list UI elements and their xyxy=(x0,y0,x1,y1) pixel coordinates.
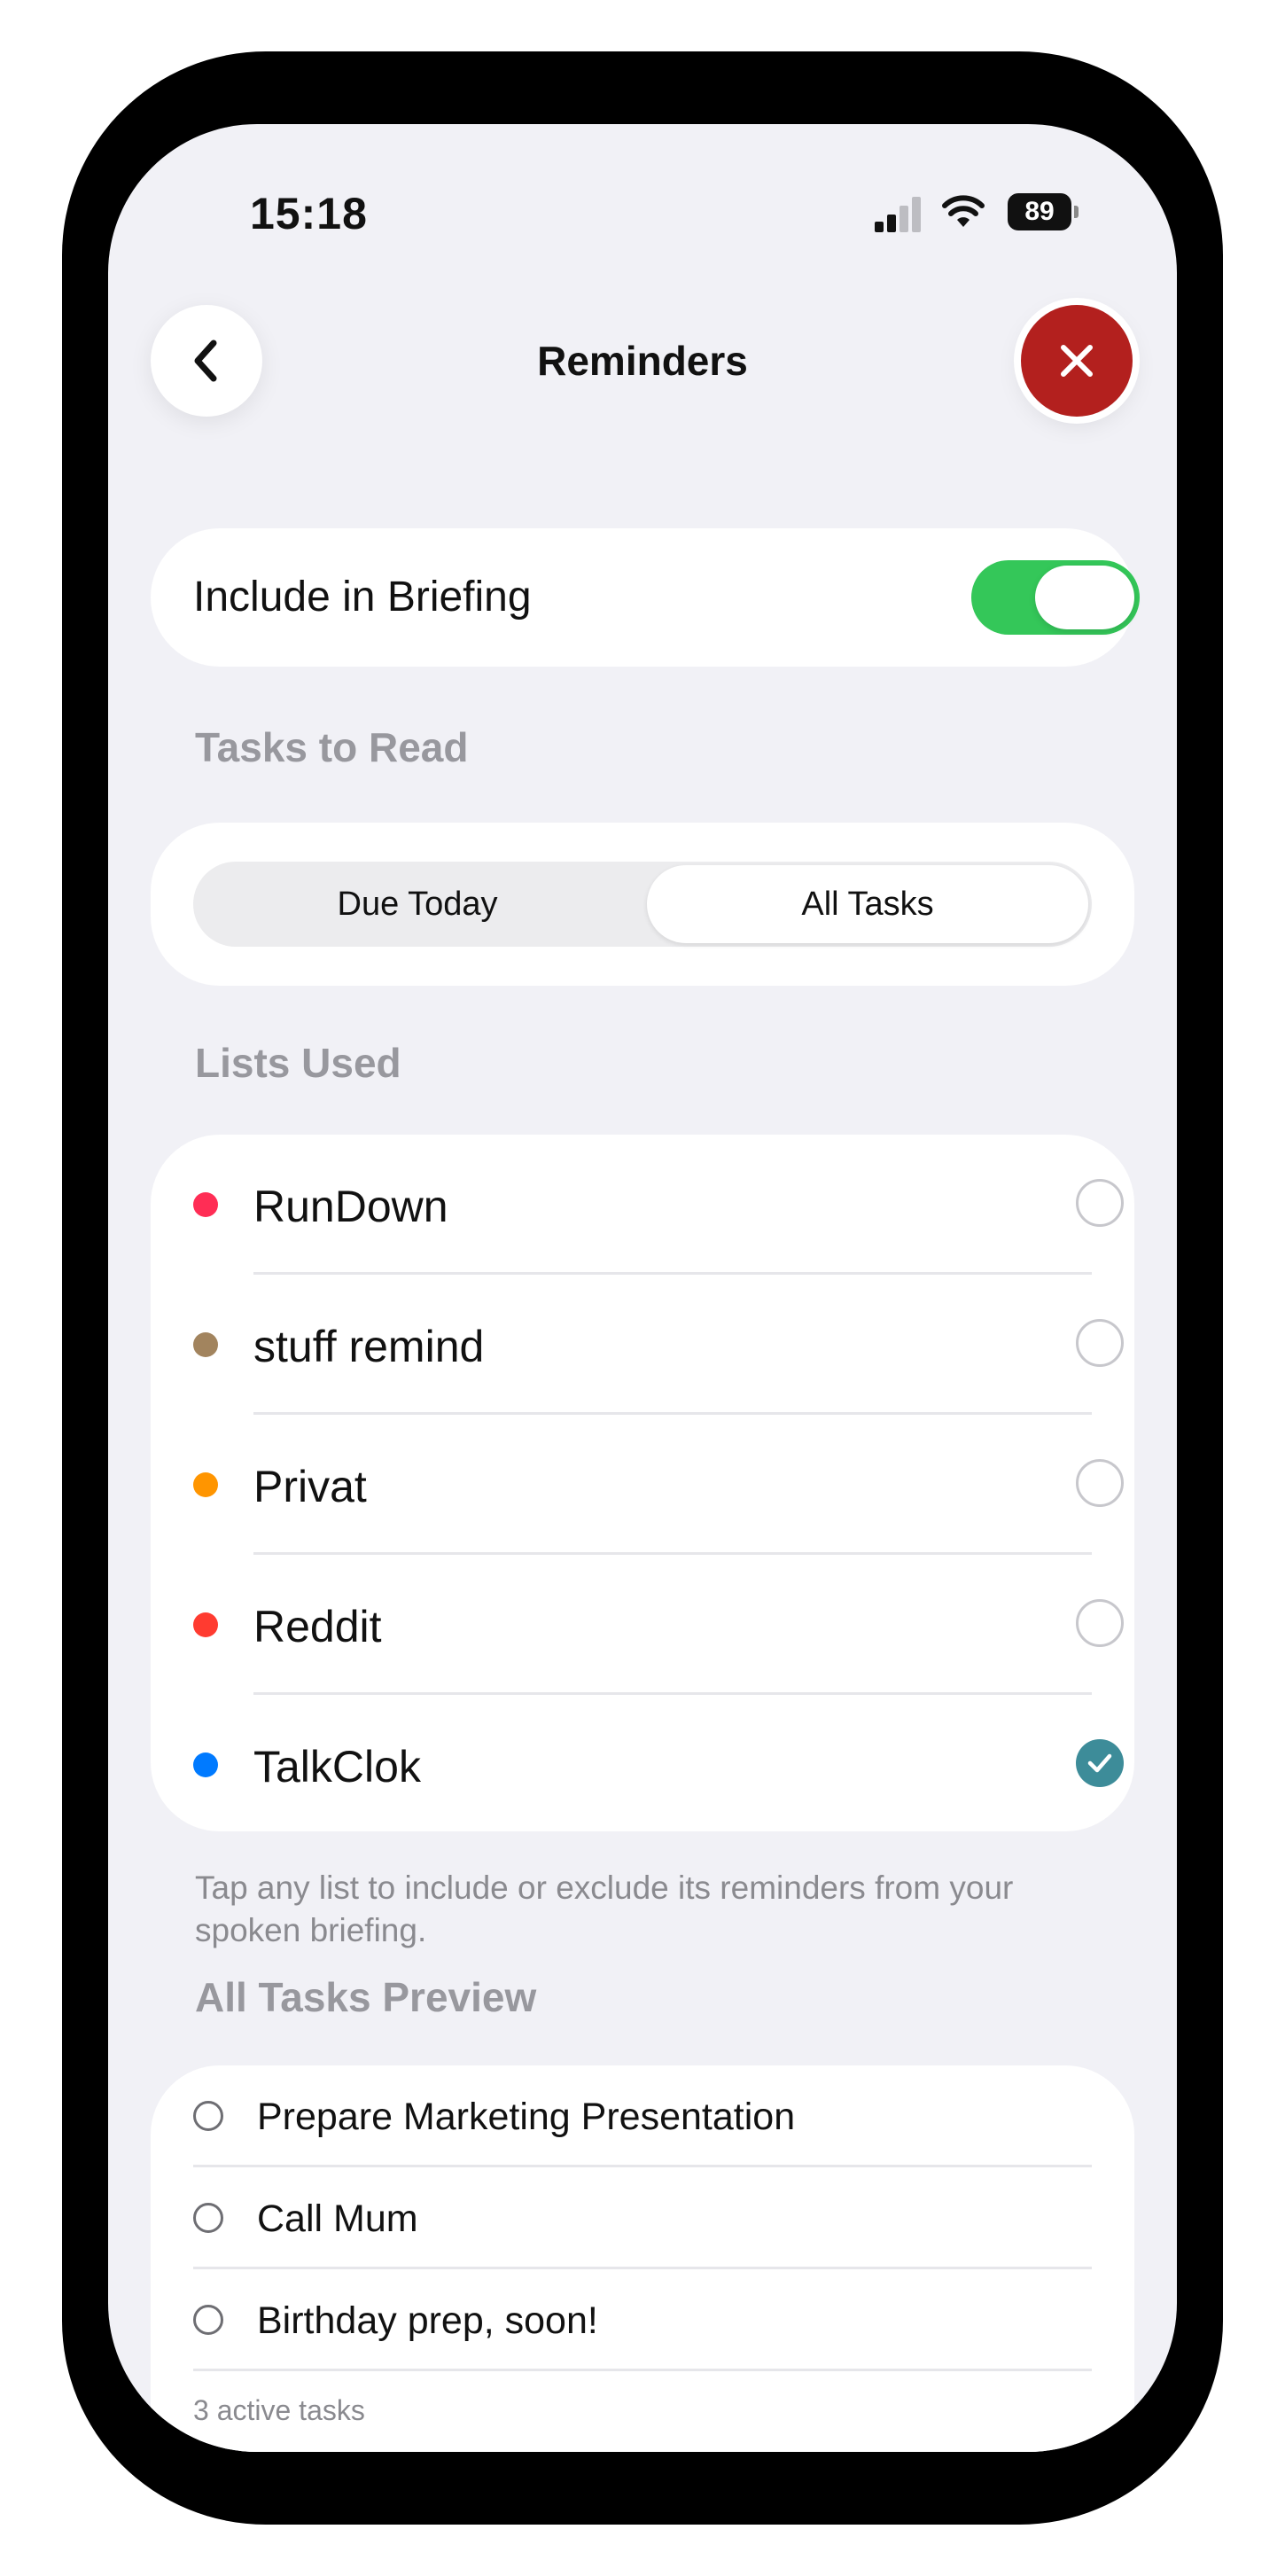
list-select-radio[interactable] xyxy=(1076,1319,1124,1367)
list-select-radio[interactable] xyxy=(1076,1459,1124,1507)
status-time: 15:18 xyxy=(250,189,368,238)
list-name: RunDown xyxy=(253,1182,448,1231)
list-color-dot xyxy=(193,1472,218,1497)
task-label: Call Mum xyxy=(257,2197,418,2240)
briefing-toggle-card: Include in Briefing xyxy=(151,528,1140,667)
task-circle-icon[interactable] xyxy=(193,2305,223,2335)
lists-footnote: Tap any list to include or exclude its r… xyxy=(195,1870,1014,1948)
tasks-to-read-card: Due Today All Tasks xyxy=(151,823,1134,986)
cellular-signal-icon xyxy=(875,197,924,232)
task-count: 3 active tasks xyxy=(193,2394,365,2426)
preview-header: All Tasks Preview xyxy=(195,1974,537,2020)
list-row-privat[interactable]: Privat xyxy=(151,1415,1134,1555)
checkmark-icon xyxy=(1087,1753,1112,1773)
xmark-icon xyxy=(1061,345,1093,377)
list-select-radio-checked[interactable] xyxy=(1076,1739,1124,1787)
close-button[interactable] xyxy=(1021,305,1133,417)
briefing-toggle-label: Include in Briefing xyxy=(193,574,532,621)
list-row-talkclok[interactable]: TalkClok xyxy=(151,1695,1134,1835)
lists-used-card: RunDown stuff remind Privat Reddit TalkC… xyxy=(151,1135,1134,1831)
list-color-dot xyxy=(193,1752,218,1777)
lists-used-header: Lists Used xyxy=(195,1040,401,1086)
task-row[interactable]: Call Mum xyxy=(151,2167,1134,2269)
list-select-radio[interactable] xyxy=(1076,1179,1124,1227)
toggle-knob xyxy=(1035,566,1134,629)
list-name: TalkClok xyxy=(253,1742,421,1791)
page-title: Reminders xyxy=(537,338,748,384)
task-label: Prepare Marketing Presentation xyxy=(257,2096,796,2138)
tasks-preview-card: Prepare Marketing Presentation Call Mum … xyxy=(151,2065,1134,2452)
list-name: Privat xyxy=(253,1462,367,1511)
battery-indicator: 89 xyxy=(1008,193,1079,230)
list-select-radio[interactable] xyxy=(1076,1599,1124,1647)
segment-all-tasks[interactable]: All Tasks xyxy=(647,865,1088,943)
list-color-dot xyxy=(193,1332,218,1357)
list-row-stuff-remind[interactable]: stuff remind xyxy=(151,1275,1134,1415)
task-label: Birthday prep, soon! xyxy=(257,2299,598,2342)
divider xyxy=(193,2369,1092,2371)
list-color-dot xyxy=(193,1192,218,1217)
segment-due-today[interactable]: Due Today xyxy=(197,865,638,943)
task-circle-icon[interactable] xyxy=(193,2101,223,2131)
list-color-dot xyxy=(193,1612,218,1637)
briefing-toggle-switch[interactable] xyxy=(971,560,1140,635)
wifi-icon xyxy=(942,195,985,227)
list-row-rundown[interactable]: RunDown xyxy=(151,1135,1134,1275)
screen: 15:18 89 Reminders Include in Briefing T… xyxy=(108,124,1177,2452)
task-circle-icon[interactable] xyxy=(193,2203,223,2233)
tasks-to-read-header: Tasks to Read xyxy=(195,724,469,770)
tasks-segmented-control: Due Today All Tasks xyxy=(193,862,1092,947)
task-row[interactable]: Prepare Marketing Presentation xyxy=(151,2065,1134,2167)
list-name: stuff remind xyxy=(253,1322,485,1371)
phone-frame: 15:18 89 Reminders Include in Briefing T… xyxy=(62,51,1223,2525)
list-name: Reddit xyxy=(253,1602,382,1651)
list-row-reddit[interactable]: Reddit xyxy=(151,1555,1134,1695)
task-row[interactable]: Birthday prep, soon! xyxy=(151,2269,1134,2371)
